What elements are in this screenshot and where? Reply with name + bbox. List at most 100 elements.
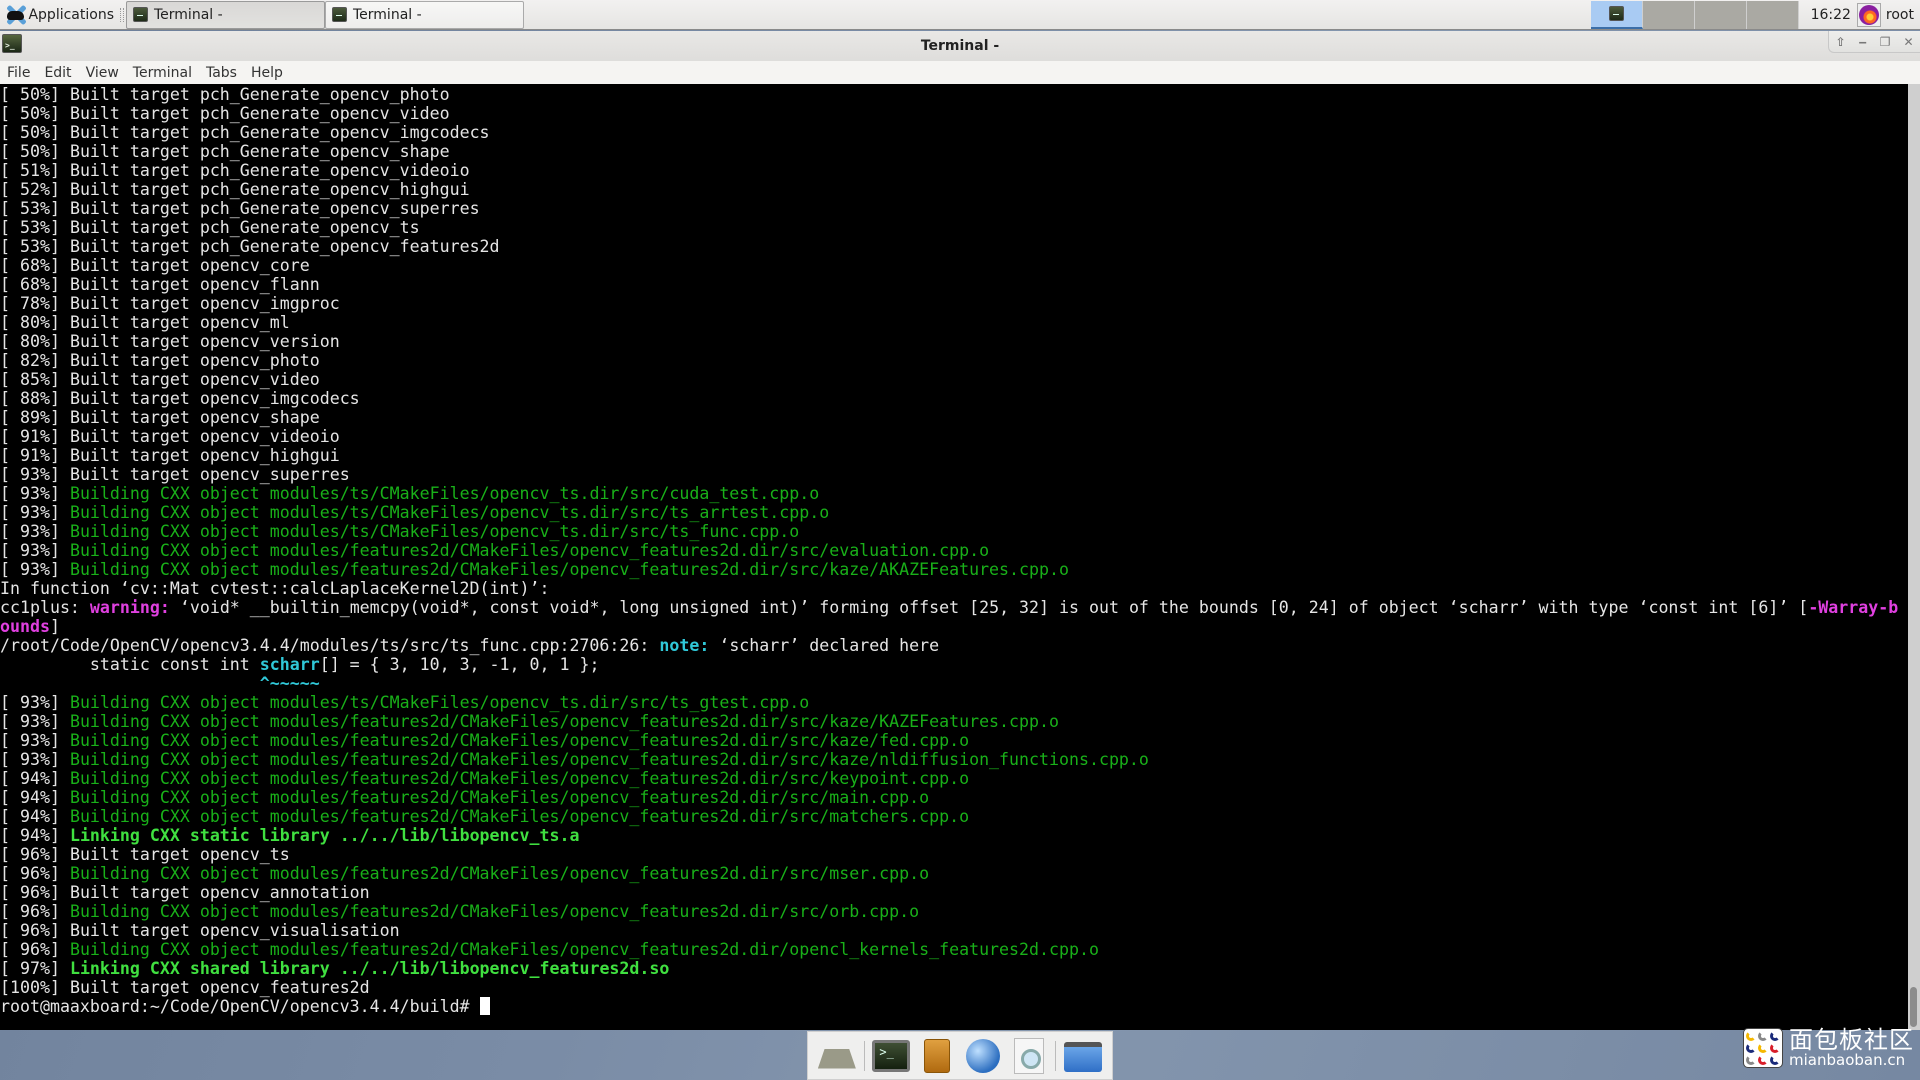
progress-percent: [ 93%] (0, 541, 60, 560)
menu-terminal[interactable]: Terminal (133, 65, 192, 81)
built-message: Built target opencv_imgproc (69, 294, 340, 313)
menu-file[interactable]: File (7, 65, 30, 81)
built-message: Built target opencv_highgui (69, 446, 340, 465)
clock[interactable]: 16:22 (1811, 7, 1851, 23)
terminal-line: ounds] (0, 617, 1908, 636)
terminal-output[interactable]: [ 50%] Built target pch_Generate_opencv_… (0, 84, 1908, 1030)
built-message: Built target pch_Generate_opencv_highgui (69, 180, 470, 199)
top-panel: Applications Terminal - Terminal - 16:22… (0, 0, 1920, 30)
building-message: Building CXX object modules/features2d/C… (69, 750, 1149, 769)
progress-percent: [ 80%] (0, 313, 60, 332)
progress-percent: [ 93%] (0, 560, 60, 579)
progress-percent: [ 52%] (0, 180, 60, 199)
building-message: Building CXX object modules/features2d/C… (69, 769, 970, 788)
workspace-3[interactable] (1694, 0, 1747, 29)
terminal-scrollbar[interactable] (1908, 84, 1920, 1030)
terminal-line: [ 50%] Built target pch_Generate_opencv_… (0, 104, 1908, 123)
terminal-text-segment: warning: (89, 598, 180, 617)
window-menu-icon[interactable] (2, 34, 22, 53)
terminal-line: [ 96%] Built target opencv_visualisation (0, 921, 1908, 940)
built-message: Built target opencv_photo (69, 351, 320, 370)
progress-percent: [ 53%] (0, 218, 60, 237)
menu-edit[interactable]: Edit (44, 65, 71, 81)
built-message: Built target pch_Generate_opencv_video (69, 104, 450, 123)
built-message: Built target opencv_ts (69, 845, 290, 864)
shade-button[interactable]: ⇧ (1835, 35, 1845, 49)
progress-percent: [ 93%] (0, 503, 60, 522)
dock-folder[interactable] (1064, 1037, 1103, 1075)
minimize-button[interactable]: ‒ (1858, 35, 1866, 49)
dock-separator (1055, 1040, 1057, 1071)
progress-percent: [ 94%] (0, 769, 60, 788)
menu-help[interactable]: Help (251, 65, 283, 81)
progress-percent: [ 93%] (0, 484, 60, 503)
workspace-2[interactable] (1642, 0, 1695, 29)
file-cabinet-icon (924, 1038, 951, 1073)
terminal-text-segment: static const int (0, 655, 260, 674)
panel-handle[interactable] (120, 7, 124, 22)
progress-percent: [ 78%] (0, 294, 60, 313)
building-message: Building CXX object modules/ts/CMakeFile… (69, 503, 830, 522)
terminal-line: [ 68%] Built target opencv_core (0, 256, 1908, 275)
dock-terminal[interactable]: >_ (872, 1037, 911, 1075)
terminal-line: [ 96%] Building CXX object modules/featu… (0, 902, 1908, 921)
linking-message: Linking CXX shared library ../../lib/lib… (69, 959, 670, 978)
window-titlebar[interactable]: Terminal - ⇧ ‒ ❐ ✕ (0, 31, 1920, 61)
terminal-line: [ 97%] Linking CXX shared library ../../… (0, 959, 1908, 978)
terminal-line: [ 91%] Built target opencv_videoio (0, 427, 1908, 446)
dock: >_ (807, 1031, 1113, 1080)
progress-percent: [ 94%] (0, 826, 60, 845)
progress-percent: [ 91%] (0, 446, 60, 465)
building-message: Building CXX object modules/features2d/C… (69, 864, 930, 883)
applications-menu-button[interactable]: Applications (0, 0, 118, 30)
dock-show-desktop[interactable] (817, 1037, 856, 1075)
terminal-line: [ 80%] Built target opencv_version (0, 332, 1908, 351)
terminal-line: [ 89%] Built target opencv_shape (0, 408, 1908, 427)
menu-tabs[interactable]: Tabs (206, 65, 237, 81)
user-name[interactable]: root (1886, 7, 1914, 23)
terminal-line: [ 93%] Building CXX object modules/featu… (0, 541, 1908, 560)
terminal-line: [ 78%] Built target opencv_imgproc (0, 294, 1908, 313)
terminal-line: ^~~~~~ (0, 674, 1908, 693)
terminal-text-segment: ^~~~~~ (259, 674, 320, 693)
taskbar-item-terminal-1[interactable]: Terminal - (126, 0, 325, 29)
user-avatar[interactable] (1856, 2, 1881, 27)
terminal-line: /root/Code/OpenCV/opencv3.4.4/modules/ts… (0, 636, 1908, 655)
built-message: Built target opencv_ml (69, 313, 290, 332)
close-button[interactable]: ✕ (1903, 35, 1913, 49)
terminal-text-segment: scharr (1458, 598, 1519, 617)
building-message: Building CXX object modules/ts/CMakeFile… (69, 693, 810, 712)
taskbar-item-label: Terminal - (353, 6, 422, 23)
terminal-line: [ 53%] Built target pch_Generate_opencv_… (0, 199, 1908, 218)
menu-view[interactable]: View (86, 65, 119, 81)
text-cursor (479, 997, 490, 1015)
terminal-line: [100%] Built target opencv_features2d (0, 978, 1908, 997)
terminal-text-segment: ounds (0, 617, 50, 636)
taskbar-item-terminal-2[interactable]: Terminal - (325, 0, 524, 29)
progress-percent: [ 93%] (0, 693, 60, 712)
window-controls: ⇧ ‒ ❐ ✕ (1828, 31, 1920, 53)
maximize-button[interactable]: ❐ (1880, 35, 1891, 49)
building-message: Building CXX object modules/features2d/C… (69, 541, 990, 560)
terminal-line: [ 96%] Built target opencv_ts (0, 845, 1908, 864)
dock-file-manager[interactable] (918, 1037, 956, 1075)
dock-web-browser[interactable] (964, 1037, 1002, 1075)
workspace-1[interactable] (1590, 0, 1643, 29)
progress-percent: [ 91%] (0, 427, 60, 446)
progress-percent: [ 94%] (0, 788, 60, 807)
terminal-line: [ 94%] Building CXX object modules/featu… (0, 807, 1908, 826)
progress-percent: [ 50%] (0, 123, 60, 142)
scrollbar-thumb[interactable] (1910, 987, 1917, 1027)
built-message: Built target pch_Generate_opencv_ts (69, 218, 420, 237)
terminal-line: [ 80%] Built target opencv_ml (0, 313, 1908, 332)
terminal-icon (1608, 6, 1624, 21)
terminal-line: [ 50%] Built target pch_Generate_opencv_… (0, 85, 1908, 104)
user-avatar-icon (1858, 4, 1879, 25)
dock-app-finder[interactable] (1010, 1037, 1048, 1075)
terminal-icon: >_ (872, 1039, 911, 1072)
workspace-4[interactable] (1746, 0, 1799, 29)
progress-percent: [ 50%] (0, 104, 60, 123)
terminal-line: [ 93%] Building CXX object modules/ts/CM… (0, 693, 1908, 712)
terminal-text-segment: [] = { 3, 10, 3, -1, 0, 1 }; (319, 655, 600, 674)
